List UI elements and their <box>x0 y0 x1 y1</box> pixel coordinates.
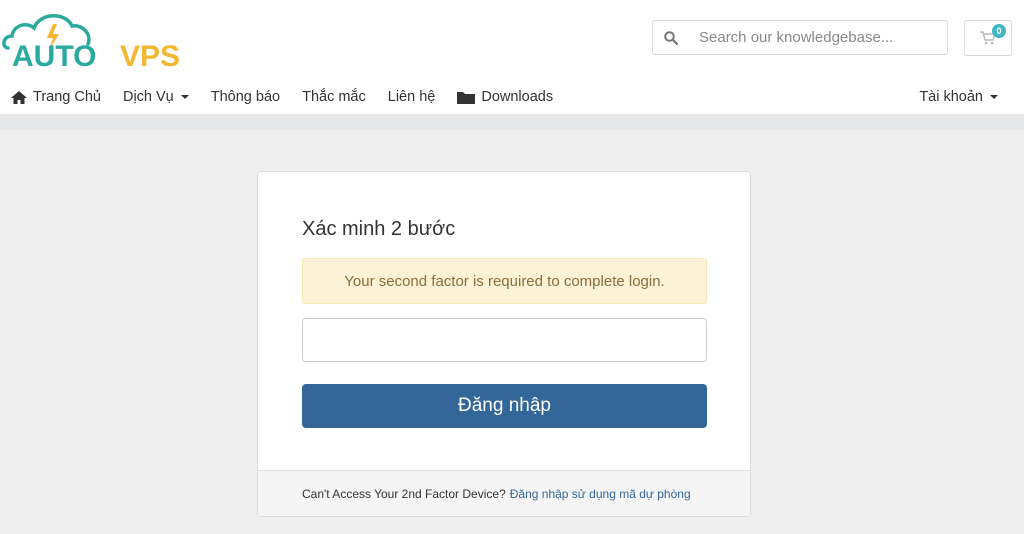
footer-text: Can't Access Your 2nd Factor Device? <box>302 486 506 501</box>
nav-item-label: Trang Chủ <box>33 89 101 105</box>
autovps-logo[interactable]: AUTO VPS <box>0 8 200 72</box>
chevron-down-icon <box>180 95 189 99</box>
search-icon[interactable] <box>653 30 689 45</box>
card-footer: Can't Access Your 2nd Factor Device? Đăn… <box>258 470 750 516</box>
nav-item-label: Thắc mắc <box>302 89 366 105</box>
nav-item-label: Dịch Vụ <box>122 89 174 105</box>
two-factor-card: Xác minh 2 bước Your second factor is re… <box>257 171 751 517</box>
page-title: Xác minh 2 bước <box>302 218 456 240</box>
search-box <box>652 20 948 55</box>
nav-item-contact[interactable]: Liên hệ <box>388 89 436 105</box>
cart-button[interactable]: 0 <box>964 20 1012 56</box>
folder-icon <box>457 92 476 104</box>
nav-item-label: Liên hệ <box>387 89 436 105</box>
nav-item-downloads[interactable]: Downloads <box>457 89 553 105</box>
nav-item-label: Downloads <box>481 89 554 105</box>
nav-item-announcements[interactable]: Thông báo <box>211 89 280 105</box>
logo-text-vps: VPS <box>120 40 180 72</box>
backup-code-link[interactable]: Đăng nhập sử dụng mã dự phòng <box>510 487 691 501</box>
home-icon <box>11 90 27 104</box>
chevron-down-icon <box>990 95 998 99</box>
main-nav: Trang Chủ Dịch Vụ Thông báo Thắc mắc Liê… <box>0 80 1024 130</box>
account-label: Tài khoản <box>919 89 983 105</box>
nav-item-home[interactable]: Trang Chủ <box>11 89 101 105</box>
account-menu[interactable]: Tài khoản <box>919 80 998 114</box>
logo-text-auto: AUTO <box>12 40 96 72</box>
warning-alert: Your second factor is required to comple… <box>302 258 707 304</box>
search-input[interactable] <box>689 29 947 46</box>
nav-item-knowledgebase[interactable]: Thắc mắc <box>302 89 366 105</box>
cart-count-badge: 0 <box>992 24 1006 38</box>
header: AUTO VPS 0 <box>0 0 1024 80</box>
nav-item-label: Thông báo <box>210 89 281 105</box>
login-button[interactable]: Đăng nhập <box>302 384 707 428</box>
two-factor-code-input[interactable] <box>302 318 707 362</box>
nav-item-services[interactable]: Dịch Vụ <box>123 89 189 105</box>
